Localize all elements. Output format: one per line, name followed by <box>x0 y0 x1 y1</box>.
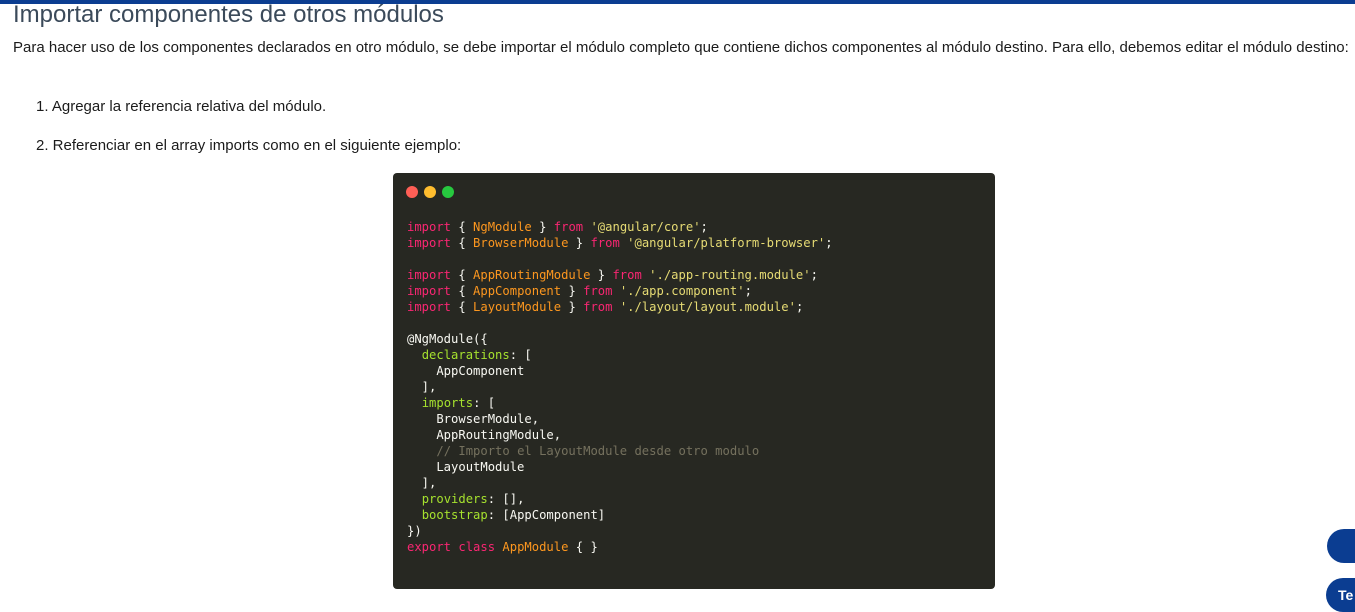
code-token: from <box>612 268 642 282</box>
code-token: } <box>561 284 584 298</box>
step-item-1: 1. Agregar la referencia relativa del mó… <box>36 98 327 115</box>
code-token: ; <box>810 268 818 282</box>
floating-action-button[interactable] <box>1327 529 1355 563</box>
code-line: BrowserModule, <box>407 412 539 426</box>
code-token: { <box>451 300 474 314</box>
code-token: BrowserModule, <box>407 412 540 426</box>
code-token: { <box>451 284 474 298</box>
code-line: ], <box>407 380 437 394</box>
code-content: import { NgModule } from '@angular/core'… <box>407 219 833 555</box>
code-token: import <box>407 236 452 250</box>
code-token: ; <box>700 220 708 234</box>
code-token: ; <box>744 284 752 298</box>
code-line: imports: [ <box>407 396 495 410</box>
code-token: { <box>451 268 474 282</box>
code-line: import { AppComponent } from './app.comp… <box>407 284 752 298</box>
red-dot-icon <box>406 186 418 198</box>
code-token: : [ <box>473 396 496 410</box>
code-token: { } <box>568 540 598 554</box>
code-line: LayoutModule <box>407 460 524 474</box>
code-token: import <box>407 220 452 234</box>
code-token: LayoutModule <box>473 300 562 314</box>
code-token: './app-routing.module' <box>649 268 811 282</box>
code-line: // Importo el LayoutModule desde otro mo… <box>407 444 759 458</box>
code-token: @NgModule({ <box>407 332 488 346</box>
code-token: } <box>561 300 584 314</box>
yellow-dot-icon <box>424 186 436 198</box>
code-line: import { LayoutModule } from './layout/l… <box>407 300 803 314</box>
code-line: }) <box>407 524 422 538</box>
code-token: ], <box>407 476 437 490</box>
code-line: import { AppRoutingModule } from './app-… <box>407 268 818 282</box>
code-line: @NgModule({ <box>407 332 488 346</box>
code-token: from <box>553 220 584 234</box>
code-token: class <box>458 540 496 554</box>
code-token: ], <box>407 380 437 394</box>
code-line: bootstrap: [AppComponent] <box>407 508 605 522</box>
code-token: from <box>583 300 613 314</box>
code-token: // Importo el LayoutModule desde otro mo… <box>436 444 760 458</box>
code-line: ], <box>407 476 437 490</box>
code-token: './app.component' <box>619 284 745 298</box>
code-token: import <box>407 268 452 282</box>
code-token: } <box>531 220 554 234</box>
code-token: AppModule <box>502 540 569 554</box>
code-token: NgModule <box>473 220 532 234</box>
code-token: declarations <box>421 348 510 362</box>
code-token: export <box>407 540 452 554</box>
code-token: { <box>451 220 474 234</box>
code-token: ; <box>825 236 833 250</box>
window-controls <box>406 186 454 198</box>
code-token: from <box>583 284 613 298</box>
section-title: Importar componentes de otros módulos <box>13 1 444 28</box>
code-token: { <box>451 236 474 250</box>
code-token: providers <box>421 492 488 506</box>
code-token: }) <box>407 524 422 538</box>
code-token: : [AppComponent] <box>487 508 606 522</box>
code-token: import <box>407 300 452 314</box>
code-token: LayoutModule <box>407 460 525 474</box>
code-token: bootstrap <box>421 508 488 522</box>
code-line: declarations: [ <box>407 348 532 362</box>
code-token: '@angular/core' <box>590 220 701 234</box>
code-token: import <box>407 284 452 298</box>
code-token: './layout/layout.module' <box>619 300 796 314</box>
floating-chat-button[interactable]: Te <box>1326 578 1355 612</box>
code-token: ; <box>795 300 804 314</box>
code-line: import { NgModule } from '@angular/core'… <box>407 220 708 234</box>
steps-list: 1. Agregar la referencia relativa del mó… <box>36 96 461 157</box>
code-line: export class AppModule { } <box>407 540 598 554</box>
code-line: providers: [], <box>407 492 525 506</box>
green-dot-icon <box>442 186 454 198</box>
step-item-2: 2. Referenciar en el array imports como … <box>36 137 462 154</box>
code-token: AppComponent <box>473 284 562 298</box>
code-block: import { NgModule } from '@angular/core'… <box>393 173 995 589</box>
code-token: AppRoutingModule, <box>407 428 562 442</box>
code-token: AppComponent <box>407 364 525 378</box>
code-line: AppRoutingModule, <box>407 428 561 442</box>
code-token: '@angular/platform-browser' <box>627 236 826 250</box>
code-token: } <box>590 268 613 282</box>
code-token: } <box>568 236 591 250</box>
code-token: : [], <box>487 492 525 506</box>
code-token: from <box>590 236 620 250</box>
code-line: AppComponent <box>407 364 524 378</box>
intro-paragraph: Para hacer uso de los componentes declar… <box>13 39 1349 56</box>
code-line: import { BrowserModule } from '@angular/… <box>407 236 833 250</box>
code-token: AppRoutingModule <box>473 268 591 282</box>
code-token: : [ <box>509 348 532 362</box>
code-token: imports <box>421 396 474 410</box>
code-token: BrowserModule <box>473 236 569 250</box>
